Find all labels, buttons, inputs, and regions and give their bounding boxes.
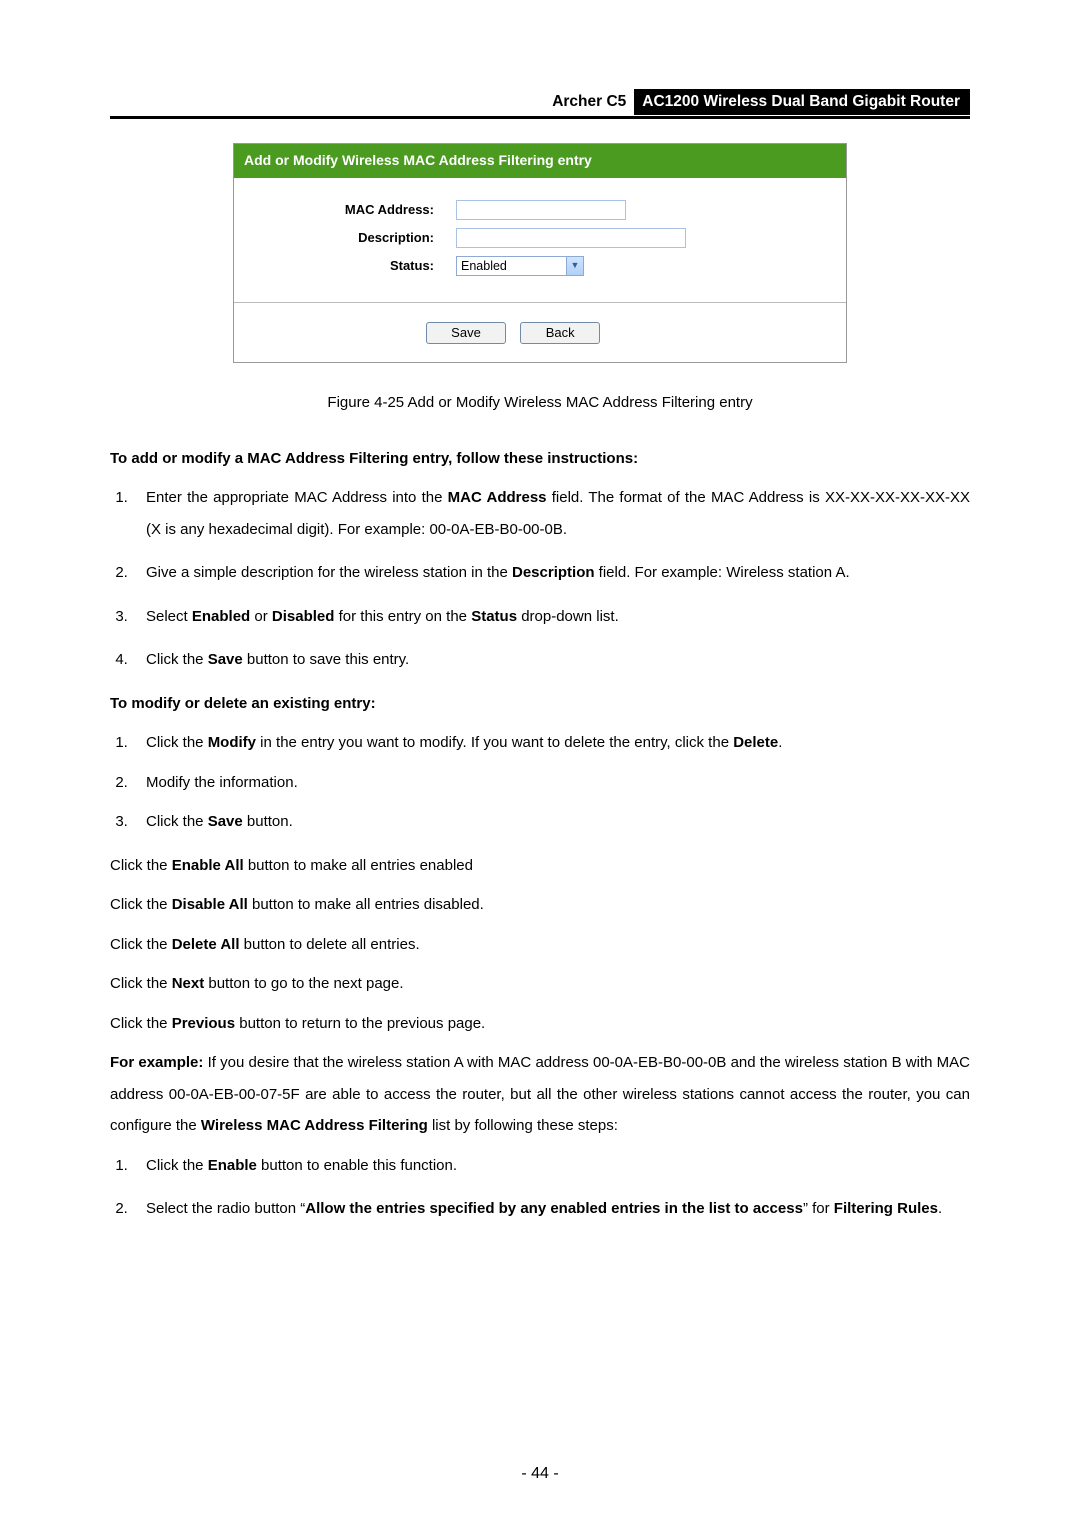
para: Click the Disable All button to make all… — [110, 889, 970, 921]
header-product: AC1200 Wireless Dual Band Gigabit Router — [634, 89, 970, 115]
text: Previous — [172, 1015, 235, 1032]
text: Enable All — [172, 857, 244, 874]
header-rule — [110, 116, 970, 119]
text: Select the radio button “ — [146, 1200, 305, 1217]
text: Click the — [110, 1015, 172, 1032]
text: MAC Address — [448, 489, 547, 506]
list-item: Enter the appropriate MAC Address into t… — [132, 482, 970, 545]
mac-address-input[interactable] — [456, 200, 626, 220]
doc-header: Archer C5 AC1200 Wireless Dual Band Giga… — [110, 90, 970, 114]
panel-banner: Add or Modify Wireless MAC Address Filte… — [234, 144, 846, 178]
text: button to return to the previous page. — [235, 1015, 485, 1032]
list-item: Click the Enable button to enable this f… — [132, 1150, 970, 1182]
list-item: Click the Modify in the entry you want t… — [132, 727, 970, 759]
text: button to enable this function. — [257, 1157, 457, 1174]
row-mac: MAC Address: — [264, 200, 816, 220]
save-button[interactable]: Save — [426, 322, 506, 344]
text: Click the — [110, 896, 172, 913]
status-select-wrap[interactable]: ▼ — [456, 256, 584, 276]
text: Click the — [146, 813, 208, 830]
text: Save — [208, 813, 243, 830]
text: For example: — [110, 1054, 203, 1071]
para: Click the Enable All button to make all … — [110, 850, 970, 882]
text: Modify the information. — [146, 774, 298, 791]
row-desc: Description: — [264, 228, 816, 248]
heading-modify: To modify or delete an existing entry: — [110, 695, 376, 712]
text: field. For example: Wireless station A. — [595, 564, 850, 581]
para: Click the Delete All button to delete al… — [110, 929, 970, 961]
text: Save — [208, 651, 243, 668]
text: Enter the appropriate MAC Address into t… — [146, 489, 448, 506]
row-status: Status: ▼ — [264, 256, 816, 276]
text: button. — [243, 813, 293, 830]
text: Click the — [110, 936, 172, 953]
text: Delete — [733, 734, 778, 751]
text: button to make all entries disabled. — [248, 896, 484, 913]
para: Click the Previous button to return to t… — [110, 1008, 970, 1040]
page-number: - 44 - — [0, 1462, 1080, 1487]
list-item: Select the radio button “Allow the entri… — [132, 1193, 970, 1225]
text: Select — [146, 608, 192, 625]
description-input[interactable] — [456, 228, 686, 248]
text: Next — [172, 975, 205, 992]
text: . — [778, 734, 782, 751]
example-para: For example: If you desire that the wire… — [110, 1047, 970, 1142]
text: Disable All — [172, 896, 248, 913]
text: Enabled — [192, 608, 250, 625]
text: or — [250, 608, 272, 625]
text: list by following these steps: — [428, 1117, 618, 1134]
text: Enable — [208, 1157, 257, 1174]
list-item: Select Enabled or Disabled for this entr… — [132, 601, 970, 633]
text: button to make all entries enabled — [244, 857, 473, 874]
text: Disabled — [272, 608, 335, 625]
text: button to delete all entries. — [240, 936, 420, 953]
text: Wireless MAC Address Filtering — [201, 1117, 428, 1134]
back-button[interactable]: Back — [520, 322, 600, 344]
text: Click the — [146, 734, 208, 751]
list-steps: Click the Enable button to enable this f… — [110, 1150, 970, 1225]
list-item: Click the Save button to save this entry… — [132, 644, 970, 676]
text: Give a simple description for the wirele… — [146, 564, 512, 581]
text: . — [938, 1200, 942, 1217]
text: Click the — [146, 1157, 208, 1174]
text: Allow the entries specified by any enabl… — [305, 1200, 803, 1217]
status-select[interactable] — [456, 256, 584, 276]
label-desc: Description: — [264, 228, 456, 248]
list-item: Modify the information. — [132, 767, 970, 799]
heading-add: To add or modify a MAC Address Filtering… — [110, 450, 638, 467]
text: Status — [471, 608, 517, 625]
text: Click the — [146, 651, 208, 668]
text: in the entry you want to modify. If you … — [256, 734, 733, 751]
list-add: Enter the appropriate MAC Address into t… — [110, 482, 970, 676]
para: Click the Next button to go to the next … — [110, 968, 970, 1000]
text: button to save this entry. — [243, 651, 409, 668]
text: Filtering Rules — [834, 1200, 938, 1217]
figure-caption: Figure 4-25 Add or Modify Wireless MAC A… — [110, 391, 970, 414]
text: Click the — [110, 857, 172, 874]
list-modify: Click the Modify in the entry you want t… — [110, 727, 970, 838]
panel-buttons: Save Back — [234, 303, 846, 362]
panel-body: MAC Address: Description: Status: ▼ — [234, 178, 846, 303]
header-model: Archer C5 — [544, 90, 634, 114]
mac-filter-panel: Add or Modify Wireless MAC Address Filte… — [233, 143, 847, 363]
label-mac: MAC Address: — [264, 200, 456, 220]
doc-body: To add or modify a MAC Address Filtering… — [110, 443, 970, 1225]
text: for this entry on the — [334, 608, 471, 625]
list-item: Click the Save button. — [132, 806, 970, 838]
text: drop-down list. — [517, 608, 619, 625]
text: button to go to the next page. — [204, 975, 403, 992]
text: Click the — [110, 975, 172, 992]
text: Delete All — [172, 936, 240, 953]
text: Modify — [208, 734, 256, 751]
text: ” for — [803, 1200, 834, 1217]
text: Description — [512, 564, 595, 581]
label-status: Status: — [264, 256, 456, 276]
list-item: Give a simple description for the wirele… — [132, 557, 970, 589]
